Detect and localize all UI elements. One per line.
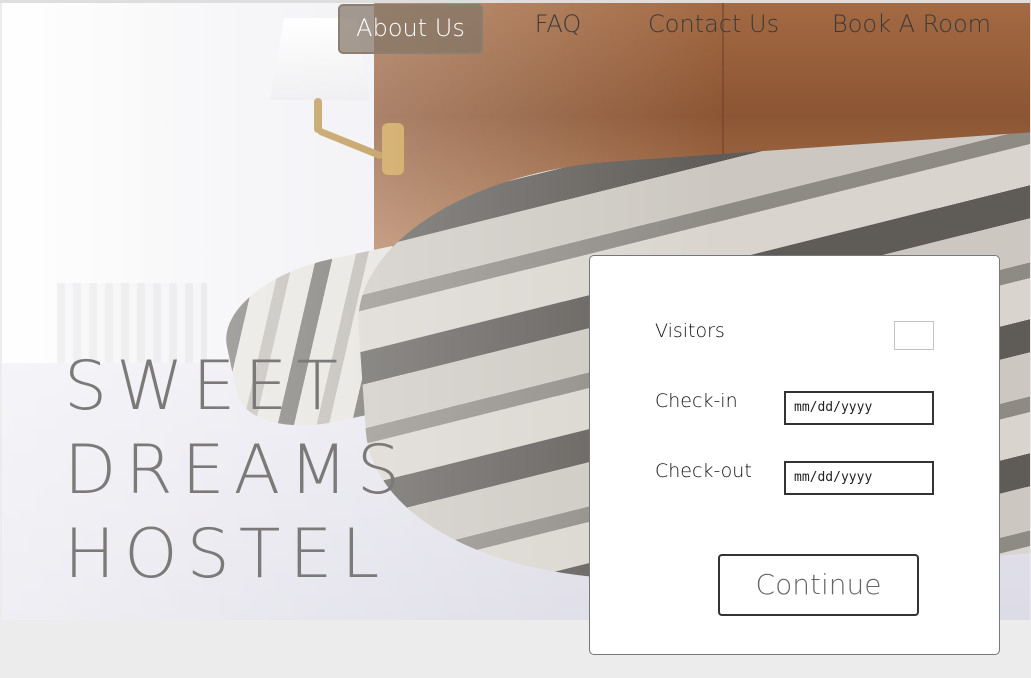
checkout-date-input[interactable]: mm/dd/yyyy xyxy=(784,461,934,495)
checkin-date-input[interactable]: mm/dd/yyyy xyxy=(784,391,934,425)
nav-faq[interactable]: FAQ xyxy=(528,7,588,47)
checkin-label: Check-in xyxy=(655,390,738,412)
hostel-title: SWEET DREAMS HOSTEL xyxy=(64,345,409,597)
nav-about-us[interactable]: About Us xyxy=(338,4,483,54)
checkout-label: Check-out xyxy=(655,460,752,482)
title-line-sweet: SWEET xyxy=(64,347,347,426)
continue-button[interactable]: Continue xyxy=(718,554,919,616)
booking-form: Visitors Check-in mm/dd/yyyy Check-out m… xyxy=(589,255,1000,655)
nav-book-a-room[interactable]: Book A Room xyxy=(832,7,991,47)
visitors-label: Visitors xyxy=(655,320,725,342)
nav-contact-us[interactable]: Contact Us xyxy=(648,7,779,47)
visitors-input[interactable] xyxy=(894,321,934,350)
title-line-dreams: DREAMS xyxy=(64,431,409,510)
title-line-hostel: HOSTEL xyxy=(64,515,389,594)
